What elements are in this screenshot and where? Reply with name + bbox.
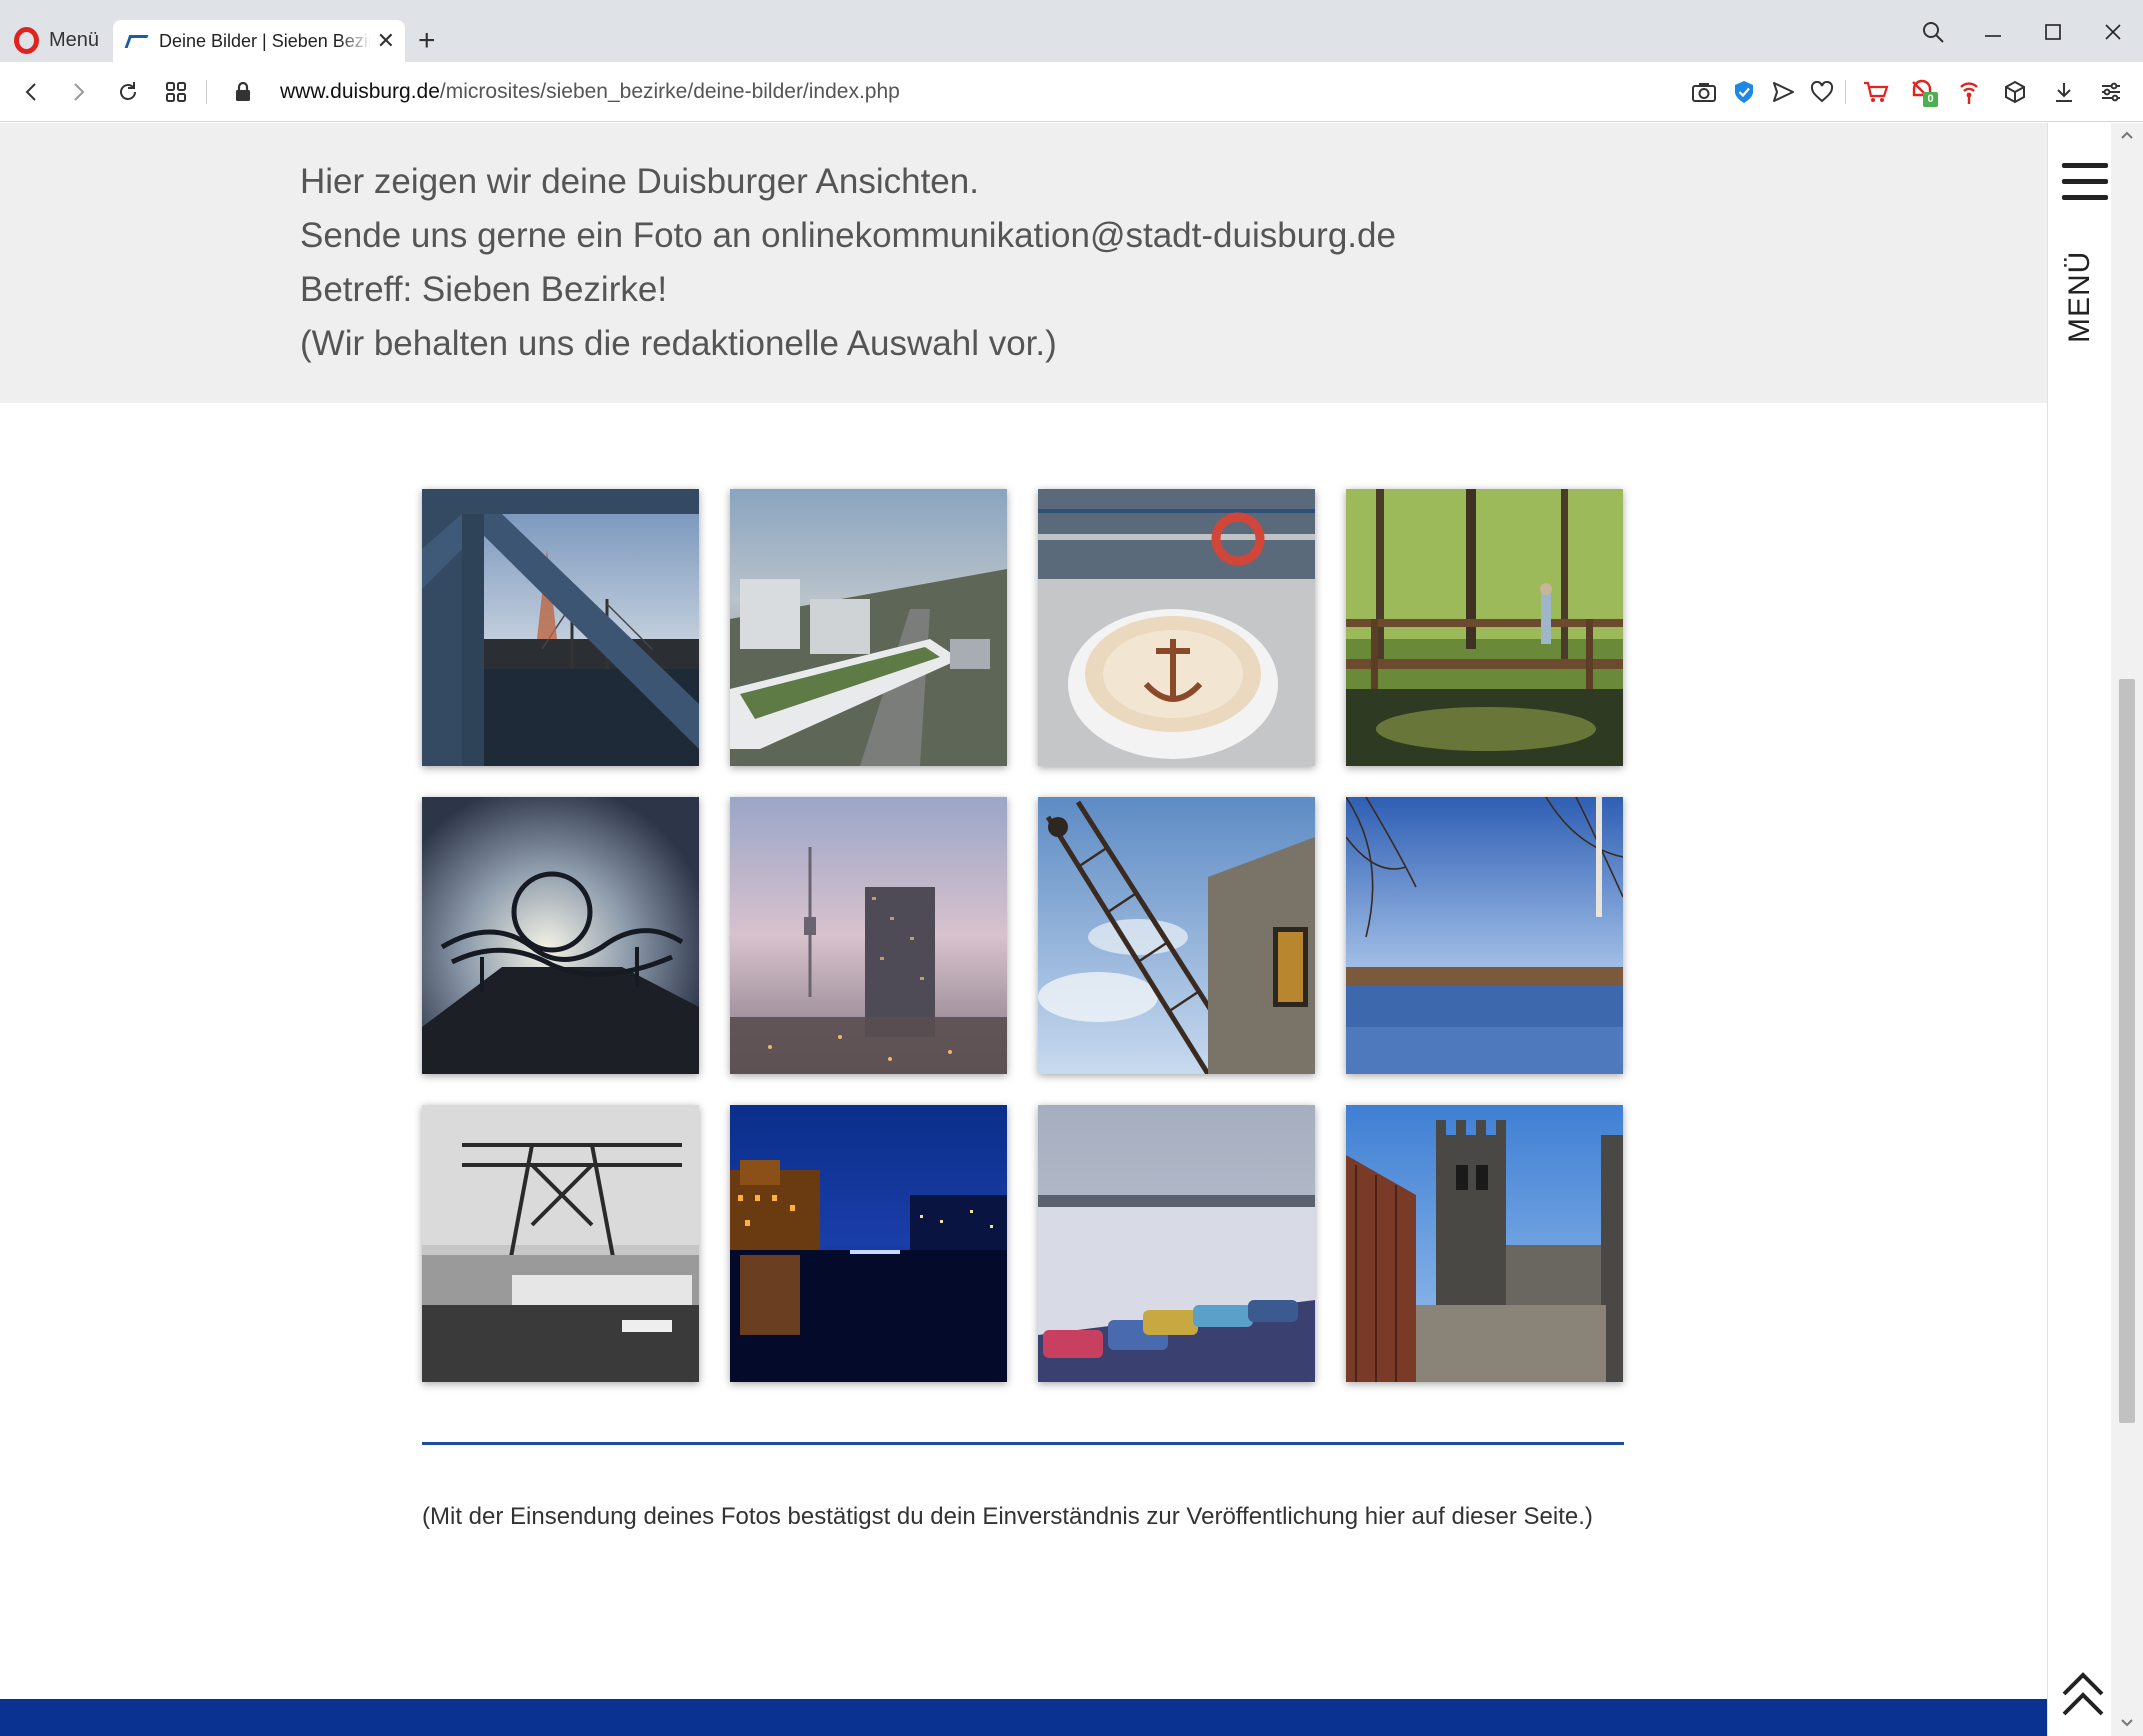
- adblock-badge: 0: [1923, 92, 1938, 107]
- url-path: /microsites/sieben_bezirke/deine-bilder/…: [439, 80, 900, 103]
- browser-address-bar: www.duisburg.de/microsites/sieben_bezirk…: [0, 62, 2143, 122]
- scrollbar-thumb[interactable]: [2119, 679, 2135, 1423]
- search-tabs-icon[interactable]: [1913, 14, 1953, 50]
- opera-menu-label: Menü: [49, 28, 100, 51]
- photo-cappuccino-anchor[interactable]: [1038, 489, 1315, 766]
- window-close-icon[interactable]: [2093, 14, 2133, 50]
- photo-city-aerial-fog[interactable]: [730, 489, 1007, 766]
- rss-icon[interactable]: [1951, 74, 1987, 110]
- nav-separator: [206, 80, 207, 104]
- menu-label[interactable]: MENÜ: [2060, 251, 2100, 343]
- photo-gallery: [422, 489, 1623, 1382]
- page-viewport: Hier zeigen wir deine Duisburger Ansicht…: [0, 123, 2047, 1736]
- intro-section: Hier zeigen wir deine Duisburger Ansicht…: [0, 123, 2047, 403]
- intro-line-1: Hier zeigen wir deine Duisburger Ansicht…: [300, 162, 979, 201]
- intro-line-4: (Wir behalten uns die redaktionelle Ausw…: [300, 324, 1057, 363]
- speed-dial-icon[interactable]: [158, 74, 194, 110]
- footer-band: [0, 1699, 2047, 1736]
- photo-industrial-crane-bw[interactable]: [422, 1105, 699, 1382]
- consent-note: (Mit der Einsendung deines Fotos bestäti…: [422, 1503, 1593, 1530]
- tab-close-icon[interactable]: ✕: [377, 28, 395, 54]
- intro-line-3: Betreff: Sieben Bezirke!: [300, 270, 668, 309]
- page-scrollbar[interactable]: [2111, 123, 2143, 1736]
- easy-setup-icon[interactable]: [2093, 74, 2129, 110]
- window-minimize-icon[interactable]: [1973, 14, 2013, 50]
- send-icon[interactable]: [1765, 74, 1801, 110]
- photo-harbour-crane-wooden-house[interactable]: [1038, 797, 1315, 1074]
- intro-text: Hier zeigen wir deine Duisburger Ansicht…: [300, 155, 1396, 371]
- extension-separator: [1845, 80, 1846, 104]
- reload-icon[interactable]: [110, 74, 146, 110]
- photo-forest-footbridge[interactable]: [1346, 489, 1623, 766]
- photo-inner-harbour-night[interactable]: [730, 1105, 1007, 1382]
- download-icon[interactable]: [2046, 74, 2082, 110]
- hamburger-menu-icon[interactable]: [2062, 163, 2108, 201]
- browser-tab-bar: Menü Deine Bilder | Sieben Bezirke ✕ +: [0, 0, 2143, 62]
- heart-icon[interactable]: [1804, 74, 1840, 110]
- forward-icon[interactable]: [60, 74, 96, 110]
- content-divider: [422, 1442, 1624, 1445]
- side-menu: MENÜ: [2047, 123, 2111, 1736]
- url-domain: www.duisburg.de: [280, 80, 440, 103]
- opera-menu-button[interactable]: Menü: [14, 22, 99, 58]
- scroll-to-top-icon[interactable]: [2060, 1670, 2106, 1720]
- photo-tiger-turtle-landmark[interactable]: [422, 797, 699, 1074]
- photo-tv-tower-misty-dusk[interactable]: [730, 797, 1007, 1074]
- scroll-down-arrow-icon[interactable]: [2119, 1715, 2135, 1731]
- shield-check-icon[interactable]: [1726, 74, 1762, 110]
- opera-logo-icon: [14, 26, 39, 54]
- adblock-icon[interactable]: 0: [1905, 74, 1941, 110]
- scroll-up-arrow-icon[interactable]: [2119, 127, 2135, 143]
- browser-tab-active[interactable]: Deine Bilder | Sieben Bezirke ✕: [113, 20, 405, 62]
- cart-icon[interactable]: [1858, 74, 1894, 110]
- photo-bridge-steel-truss[interactable]: [422, 489, 699, 766]
- photo-lake-birch-blue-sky[interactable]: [1346, 797, 1623, 1074]
- cube-icon[interactable]: [1997, 74, 2033, 110]
- new-tab-button[interactable]: +: [418, 24, 436, 58]
- window-maximize-icon[interactable]: [2033, 14, 2073, 50]
- lock-icon[interactable]: [225, 74, 261, 110]
- camera-icon[interactable]: [1686, 74, 1722, 110]
- site-favicon-icon: [125, 31, 151, 51]
- photo-bridge-towers-brick[interactable]: [1346, 1105, 1623, 1382]
- intro-line-2: Sende uns gerne ein Foto an onlinekommun…: [300, 216, 1396, 255]
- address-field[interactable]: www.duisburg.de/microsites/sieben_bezirk…: [280, 78, 900, 106]
- photo-pedal-boats-lake[interactable]: [1038, 1105, 1315, 1382]
- back-icon[interactable]: [14, 74, 50, 110]
- tab-title: Deine Bilder | Sieben Bezirke: [159, 30, 371, 51]
